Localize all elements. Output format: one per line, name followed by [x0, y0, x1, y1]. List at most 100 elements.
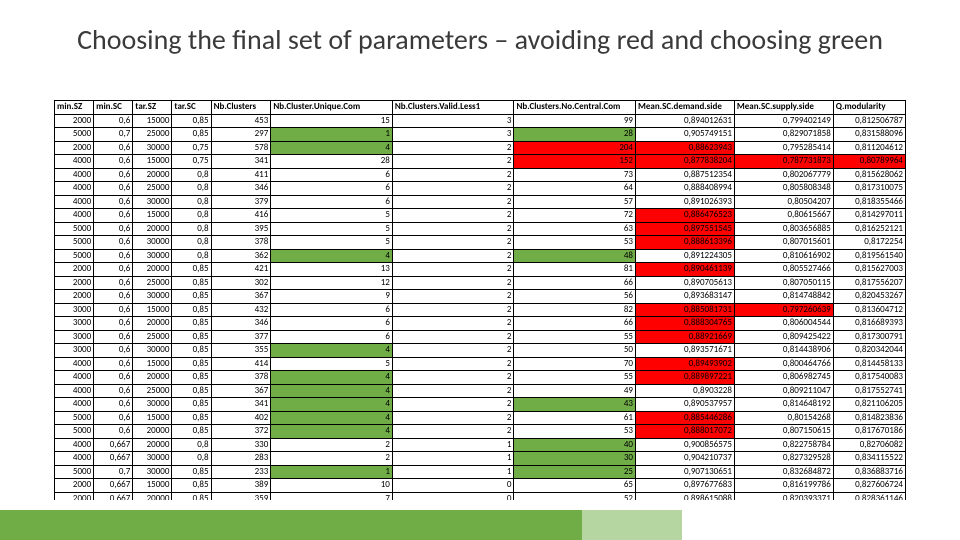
- cell: 0,6: [94, 249, 133, 263]
- cell: 0,831588096: [833, 128, 905, 142]
- table-row: 40000,6300000,8534142430,8905379570,8146…: [55, 398, 906, 412]
- cell: 0,897677683: [636, 479, 735, 493]
- cell: 0,85: [172, 303, 211, 317]
- table-row: 50000,7300000,8523311250,9071306510,8326…: [55, 465, 906, 479]
- cell: 2: [392, 249, 514, 263]
- cell: 0,877838204: [636, 155, 735, 169]
- cell: 0,6: [94, 384, 133, 398]
- cell: 0,819561540: [833, 249, 905, 263]
- cell: 43: [514, 398, 636, 412]
- cell: 0,85: [172, 398, 211, 412]
- cell: 0,900856575: [636, 438, 735, 452]
- cell: 49: [514, 384, 636, 398]
- cell: 283: [211, 452, 271, 466]
- cell: 0,893683147: [636, 290, 735, 304]
- cell: 0,787731873: [734, 155, 833, 169]
- cell: 0,80154268: [734, 411, 833, 425]
- cell: 0,6: [94, 411, 133, 425]
- cell: 0,795285414: [734, 141, 833, 155]
- table-row: 50000,6200000,839552630,8975515450,80365…: [55, 222, 906, 236]
- cell: 4: [271, 249, 393, 263]
- cell: 0,816199786: [734, 479, 833, 493]
- cell: 302: [211, 276, 271, 290]
- cell: 378: [211, 371, 271, 385]
- cell: 0,885446286: [636, 411, 735, 425]
- cell: 2: [392, 303, 514, 317]
- cell: 378: [211, 236, 271, 250]
- cell: 421: [211, 263, 271, 277]
- cell: 50: [514, 344, 636, 358]
- cell: 0,888613396: [636, 236, 735, 250]
- cell: 4: [271, 141, 393, 155]
- cell: 3000: [55, 344, 94, 358]
- column-header: min.SZ: [55, 101, 94, 115]
- cell: 0,815627003: [833, 263, 905, 277]
- cell: 1: [271, 465, 393, 479]
- cell: 25000: [133, 182, 172, 196]
- cell: 4000: [55, 209, 94, 223]
- cell: 20000: [133, 168, 172, 182]
- cell: 2: [392, 384, 514, 398]
- cell: 0,805527466: [734, 263, 833, 277]
- cell: 4000: [55, 384, 94, 398]
- cell: 2: [392, 276, 514, 290]
- cell: 30000: [133, 465, 172, 479]
- cell: 416: [211, 209, 271, 223]
- cell: 0,85: [172, 317, 211, 331]
- cell: 66: [514, 276, 636, 290]
- cell: 0,809211047: [734, 384, 833, 398]
- cell: 0,820342044: [833, 344, 905, 358]
- cell: 0,80615667: [734, 209, 833, 223]
- cell: 2: [392, 411, 514, 425]
- cell: 0,817670186: [833, 425, 905, 439]
- cell: 30000: [133, 398, 172, 412]
- cell: 4000: [55, 182, 94, 196]
- cell: 0,85: [172, 128, 211, 142]
- cell: 0,8: [172, 438, 211, 452]
- table-row: 20000,667200000,8535970520,8986150880,82…: [55, 492, 906, 500]
- cell: 2: [392, 330, 514, 344]
- cell: 0,6: [94, 263, 133, 277]
- cell: 3: [392, 128, 514, 142]
- parameter-table: min.SZmin.SCtar.SZtar.SCNb.ClustersNb.Cl…: [54, 100, 906, 500]
- cell: 5: [271, 236, 393, 250]
- table-row: 20000,6300000,8536792560,8936831470,8147…: [55, 290, 906, 304]
- cell: 0,6: [94, 155, 133, 169]
- cell: 4: [271, 384, 393, 398]
- cell: 2: [392, 371, 514, 385]
- cell: 152: [514, 155, 636, 169]
- cell: 52: [514, 492, 636, 500]
- cell: 0,8: [172, 222, 211, 236]
- cell: 2: [271, 452, 393, 466]
- cell: 64: [514, 182, 636, 196]
- cell: 4: [271, 344, 393, 358]
- data-table-container: min.SZmin.SCtar.SZtar.SCNb.ClustersNb.Cl…: [54, 100, 906, 500]
- cell: 82: [514, 303, 636, 317]
- cell: 5000: [55, 128, 94, 142]
- cell: 2: [392, 155, 514, 169]
- cell: 0,85: [172, 276, 211, 290]
- cell: 0,815628062: [833, 168, 905, 182]
- cell: 15: [271, 114, 393, 128]
- cell: 4000: [55, 452, 94, 466]
- cell: 0,6: [94, 317, 133, 331]
- cell: 5: [271, 209, 393, 223]
- cell: 30000: [133, 344, 172, 358]
- cell: 0,817310075: [833, 182, 905, 196]
- table-row: 40000,6150000,8541452700,894939020,80046…: [55, 357, 906, 371]
- cell: 3000: [55, 303, 94, 317]
- cell: 0,85: [172, 263, 211, 277]
- cell: 0,832684872: [734, 465, 833, 479]
- cell: 0,6: [94, 141, 133, 155]
- cell: 0,905749151: [636, 128, 735, 142]
- cell: 367: [211, 384, 271, 398]
- cell: 15000: [133, 155, 172, 169]
- cell: 0,805808348: [734, 182, 833, 196]
- cell: 2000: [55, 290, 94, 304]
- cell: 367: [211, 290, 271, 304]
- cell: 2: [392, 357, 514, 371]
- cell: 402: [211, 411, 271, 425]
- cell: 0,667: [94, 438, 133, 452]
- table-row: 20000,667150000,85389100650,8976776830,8…: [55, 479, 906, 493]
- cell: 0,85: [172, 411, 211, 425]
